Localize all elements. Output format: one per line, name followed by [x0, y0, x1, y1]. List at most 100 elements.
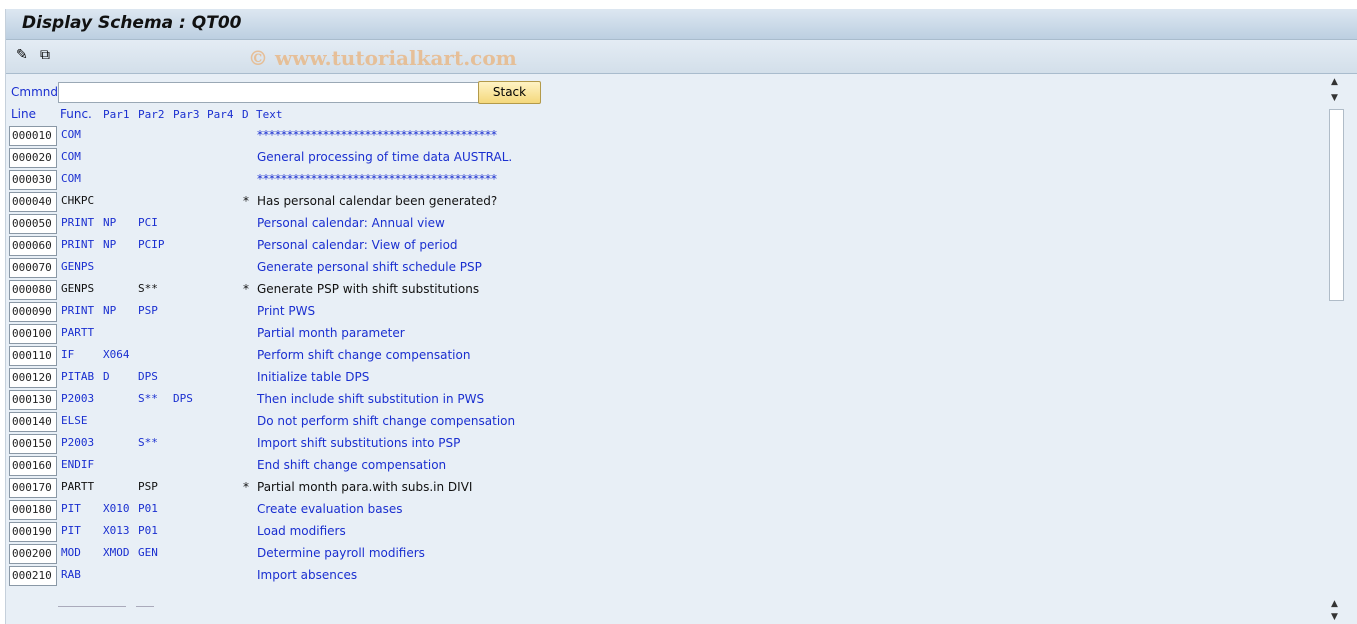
page-up-icon[interactable]: ▲ — [1331, 599, 1338, 609]
text-cell: End shift change compensation — [257, 458, 447, 472]
line-number-field[interactable]: 000140 — [9, 412, 57, 432]
line-number-field[interactable]: 000130 — [9, 390, 57, 410]
line-number-field[interactable]: 000110 — [9, 346, 57, 366]
par2-cell: S** — [138, 436, 158, 449]
func-cell: IF — [61, 348, 75, 361]
func-cell: COM — [61, 128, 81, 141]
page-title: Display Schema : QT00 — [22, 13, 242, 33]
text-cell: Print PWS — [257, 304, 316, 318]
line-number-field[interactable]: 000180 — [9, 500, 57, 520]
func-cell: P2003 — [61, 436, 95, 449]
par1-cell: D — [103, 370, 110, 383]
header-par2: Par2 — [138, 108, 165, 121]
line-number-field[interactable]: 000160 — [9, 456, 57, 476]
divider — [136, 606, 154, 607]
text-cell: Do not perform shift change compensation — [257, 414, 516, 428]
header-line: Line — [11, 107, 37, 121]
par1-cell: X064 — [103, 348, 130, 361]
par2-cell: P01 — [138, 502, 158, 515]
text-cell: Generate personal shift schedule PSP — [257, 260, 482, 274]
func-cell: ELSE — [61, 414, 88, 427]
par1-cell: NP — [103, 238, 117, 251]
line-number-field[interactable]: 000080 — [9, 280, 57, 300]
header-par4: Par4 — [207, 108, 234, 121]
divider — [58, 606, 126, 607]
line-number-field[interactable]: 000170 — [9, 478, 57, 498]
line-number-field[interactable]: 000010 — [9, 126, 57, 146]
func-cell: COM — [61, 172, 81, 185]
text-cell: Partial month para.with subs.in DIVI — [257, 480, 473, 494]
line-number-field[interactable]: 000150 — [9, 434, 57, 454]
text-cell: **************************************** — [257, 172, 497, 186]
line-number-field[interactable]: 000200 — [9, 544, 57, 564]
header-func: Func. — [60, 107, 92, 121]
command-input[interactable] — [58, 82, 480, 103]
par2-cell: GEN — [138, 546, 158, 559]
func-cell: ENDIF — [61, 458, 95, 471]
par1-cell: NP — [103, 216, 117, 229]
stack-button[interactable]: Stack — [478, 81, 541, 104]
toolbar: ✎ ⧉ © www.tutorialkart.com — [6, 40, 1357, 74]
line-number-field[interactable]: 000100 — [9, 324, 57, 344]
line-number-field[interactable]: 000090 — [9, 302, 57, 322]
line-number-field[interactable]: 000210 — [9, 566, 57, 586]
page-down-icon[interactable]: ▼ — [1331, 93, 1338, 103]
text-cell: Then include shift substitution in PWS — [257, 392, 485, 406]
text-cell: Import shift substitutions into PSP — [257, 436, 461, 450]
func-cell: PRINT — [61, 304, 95, 317]
par2-cell: PCI — [138, 216, 158, 229]
line-number-field[interactable]: 000050 — [9, 214, 57, 234]
text-cell: Perform shift change compensation — [257, 348, 471, 362]
func-cell: GENPS — [61, 282, 95, 295]
func-cell: CHKPC — [61, 194, 95, 207]
par2-cell: PSP — [138, 480, 158, 493]
par1-cell: XMOD — [103, 546, 130, 559]
func-cell: PIT — [61, 524, 81, 537]
deactivated-marker: * — [243, 194, 249, 208]
deactivated-marker: * — [243, 480, 249, 494]
scroll-down-icon[interactable]: ▼ — [1331, 612, 1338, 622]
line-number-field[interactable]: 000070 — [9, 258, 57, 278]
header-par3: Par3 — [173, 108, 200, 121]
other-object-icon[interactable]: ⧉ — [40, 47, 58, 65]
par1-cell: NP — [103, 304, 117, 317]
deactivated-marker: * — [243, 282, 249, 296]
header-text: Text — [256, 108, 283, 121]
line-number-field[interactable]: 000190 — [9, 522, 57, 542]
text-cell: Partial month parameter — [257, 326, 405, 340]
func-cell: PIT — [61, 502, 81, 515]
func-cell: P2003 — [61, 392, 95, 405]
line-number-field[interactable]: 000020 — [9, 148, 57, 168]
func-cell: PRINT — [61, 238, 95, 251]
line-number-field[interactable]: 000030 — [9, 170, 57, 190]
text-cell: **************************************** — [257, 128, 497, 142]
line-number-field[interactable]: 000060 — [9, 236, 57, 256]
title-bar: Display Schema : QT00 — [6, 9, 1357, 40]
header-d: D — [242, 108, 249, 121]
par3-cell: DPS — [173, 392, 193, 405]
par2-cell: S** — [138, 282, 158, 295]
schema-window: Display Schema : QT00 ✎ ⧉ © www.tutorial… — [5, 9, 1357, 624]
text-cell: Personal calendar: View of period — [257, 238, 458, 252]
func-cell: PITAB — [61, 370, 95, 383]
par2-cell: DPS — [138, 370, 158, 383]
par2-cell: PSP — [138, 304, 158, 317]
edit-icon[interactable]: ✎ — [16, 47, 34, 65]
line-number-field[interactable]: 000040 — [9, 192, 57, 212]
func-cell: PARTT — [61, 326, 95, 339]
func-cell: PARTT — [61, 480, 95, 493]
text-cell: Create evaluation bases — [257, 502, 403, 516]
text-cell: Has personal calendar been generated? — [257, 194, 498, 208]
par1-cell: X013 — [103, 524, 130, 537]
text-cell: Import absences — [257, 568, 358, 582]
text-cell: Determine payroll modifiers — [257, 546, 425, 560]
text-cell: Initialize table DPS — [257, 370, 370, 384]
line-number-field[interactable]: 000120 — [9, 368, 57, 388]
scroll-up-icon[interactable]: ▲ — [1331, 77, 1338, 87]
text-cell: Load modifiers — [257, 524, 346, 538]
command-label: Cmmnd — [11, 85, 58, 99]
func-cell: GENPS — [61, 260, 95, 273]
par2-cell: PCIP — [138, 238, 165, 251]
text-cell: Personal calendar: Annual view — [257, 216, 445, 230]
scrollbar-thumb[interactable] — [1329, 109, 1344, 301]
